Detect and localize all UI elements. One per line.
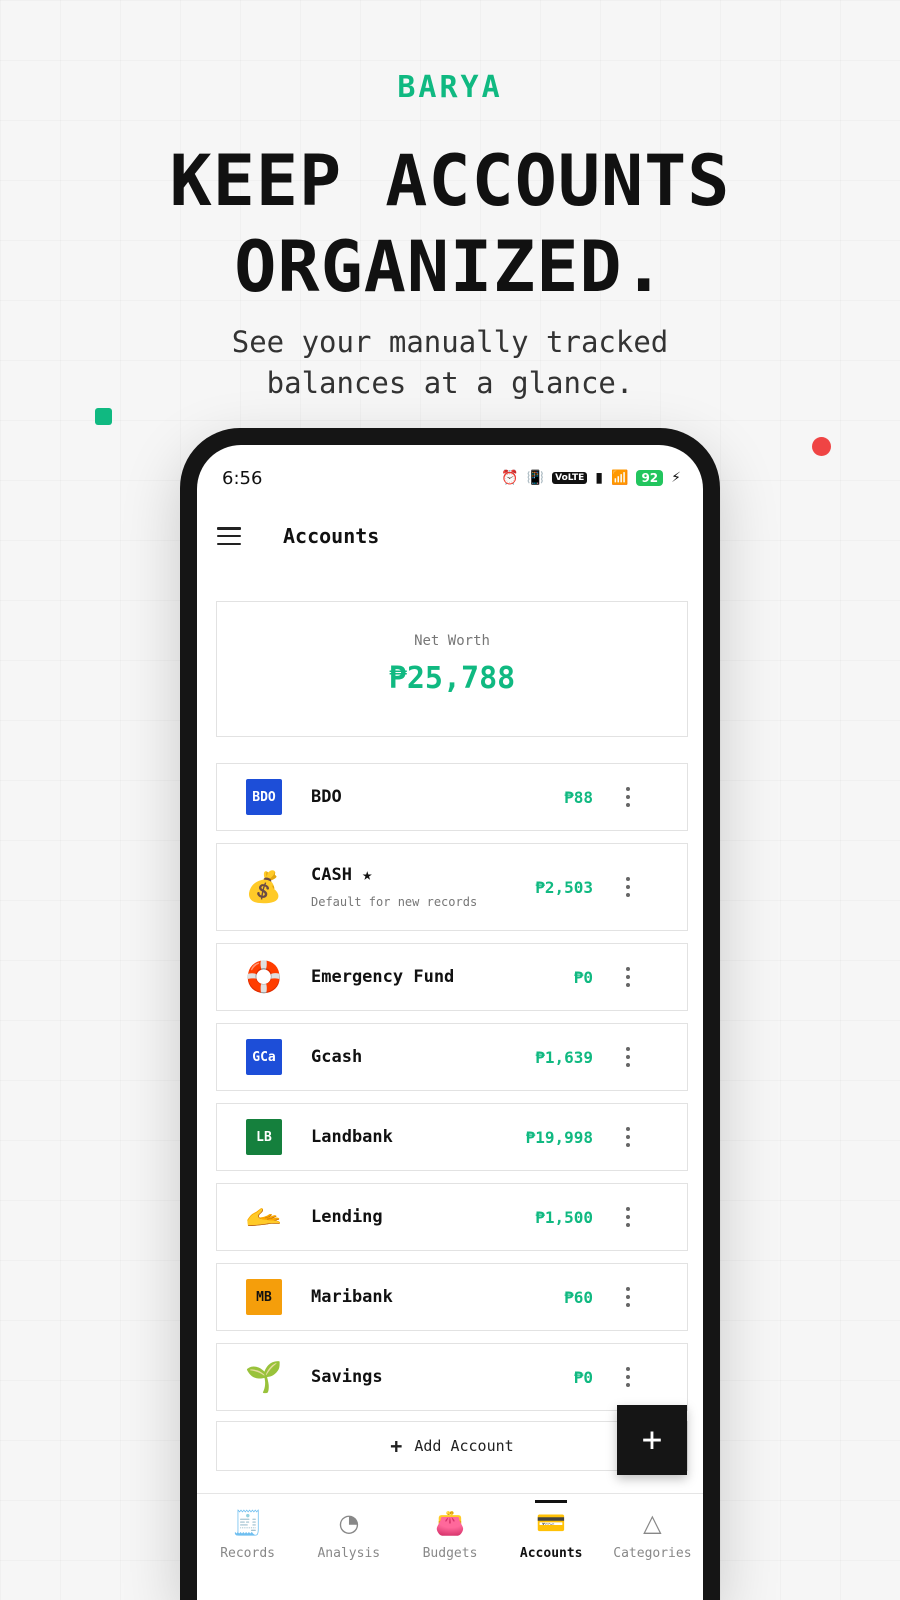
nav-label: Budgets [422, 1546, 478, 1561]
account-text: CASH ★ Default for new records [311, 865, 477, 909]
account-balance: ₱60 [564, 1287, 593, 1307]
more-options-icon[interactable] [624, 1287, 632, 1307]
account-row[interactable]: BDO BDO ₱88 [216, 763, 688, 831]
app-bar: Accounts [197, 505, 703, 567]
bottom-navigation: 🧾 Records ◔ Analysis 👛 Budgets 💳 Accounts △ Categ… [197, 1493, 703, 1600]
signal-icon: ▮ [595, 470, 604, 486]
nav-item-analysis[interactable]: ◔ Analysis [298, 1494, 399, 1600]
open-hand-icon: 🫴 [245, 1199, 283, 1235]
floating-add-button[interactable]: + [617, 1405, 687, 1475]
account-name: Savings [311, 1367, 383, 1387]
nav-label: Categories [613, 1546, 692, 1561]
nav-label: Records [220, 1546, 275, 1561]
status-time: 6:56 [222, 467, 263, 489]
pie-chart-icon: ◔ [338, 1509, 360, 1537]
net-worth-label: Net Worth [414, 633, 490, 649]
account-row[interactable]: 🛟 Emergency Fund ₱0 [216, 943, 688, 1011]
net-worth-card: Net Worth ₱25,788 [216, 601, 688, 737]
life-ring-icon: 🛟 [245, 959, 283, 995]
more-options-icon[interactable] [624, 1207, 632, 1227]
more-options-icon[interactable] [624, 787, 632, 807]
status-icons: ⏰ 📳 VoLTE ▮ 📶 92 ⚡ [501, 470, 681, 486]
headline-line-2: ORGANIZED. [234, 226, 666, 308]
account-subtitle: Default for new records [311, 895, 478, 909]
add-account-label: Add Account [414, 1437, 514, 1455]
account-balance: ₱1,639 [535, 1047, 593, 1067]
account-text: Gcash [311, 1047, 362, 1067]
subhead-line-1: See your manually tracked [231, 325, 669, 359]
vibrate-icon: 📳 [526, 470, 545, 486]
shapes-icon: △ [643, 1509, 662, 1537]
account-row[interactable]: 💰 CASH ★ Default for new records ₱2,503 [216, 843, 688, 931]
brand-name: BARYA [397, 70, 503, 105]
hamburger-menu-icon[interactable] [217, 527, 241, 545]
nav-item-records[interactable]: 🧾 Records [197, 1494, 298, 1600]
account-balance: ₱0 [573, 1367, 593, 1387]
decorative-red-dot [812, 437, 831, 456]
card-wallet-icon: 💳 [536, 1509, 567, 1537]
account-text: Lending [311, 1207, 383, 1227]
more-options-icon[interactable] [624, 967, 632, 987]
account-text: BDO [311, 787, 342, 807]
account-row[interactable]: 🫴 Lending ₱1,500 [216, 1183, 688, 1251]
account-name: BDO [311, 787, 342, 807]
decorative-green-square [95, 408, 112, 425]
more-options-icon[interactable] [624, 1127, 632, 1147]
alarm-icon: ⏰ [501, 470, 519, 486]
money-bag-icon: 💰 [245, 869, 283, 905]
account-name: Landbank [311, 1127, 393, 1147]
promo-headline: KEEP ACCOUNTS ORGANIZED. [0, 138, 900, 310]
subhead-line-2: balances at a glance. [266, 366, 634, 400]
net-worth-value: ₱25,788 [388, 661, 516, 696]
account-balance: ₱2,503 [535, 877, 593, 897]
phone-screen: 6:56 ⏰ 📳 VoLTE ▮ 📶 92 ⚡ Accounts Net Wor… [197, 445, 703, 1600]
account-row[interactable]: MB Maribank ₱60 [216, 1263, 688, 1331]
account-text: Maribank [311, 1287, 393, 1307]
account-text: Emergency Fund [311, 967, 454, 987]
wallet-logo-icon: GCa [246, 1039, 282, 1075]
wifi-icon: 📶 [611, 470, 629, 486]
more-options-icon[interactable] [624, 877, 632, 897]
account-name: Gcash [311, 1047, 363, 1067]
account-row[interactable]: LB Landbank ₱19,998 [216, 1103, 688, 1171]
account-balance: ₱88 [564, 787, 593, 807]
bank-logo-icon: BDO [246, 779, 282, 815]
account-row[interactable]: GCa Gcash ₱1,639 [216, 1023, 688, 1091]
account-name: CASH ★ [311, 865, 373, 885]
promo-subhead: See your manually tracked balances at a … [0, 322, 900, 404]
battery-indicator: 92 [636, 470, 664, 486]
account-name: Emergency Fund [311, 967, 455, 987]
seedling-icon: 🌱 [245, 1359, 283, 1395]
headline-line-1: KEEP ACCOUNTS [169, 140, 731, 222]
nav-item-budgets[interactable]: 👛 Budgets [399, 1494, 500, 1600]
nav-item-accounts[interactable]: 💳 Accounts [501, 1494, 602, 1600]
account-text: Savings [311, 1367, 383, 1387]
account-balance: ₱0 [573, 967, 593, 987]
account-row[interactable]: 🌱 Savings ₱0 [216, 1343, 688, 1411]
more-options-icon[interactable] [624, 1047, 632, 1067]
page-title: Accounts [283, 524, 380, 548]
receipt-icon: 🧾 [232, 1509, 263, 1537]
nav-item-categories[interactable]: △ Categories [602, 1494, 703, 1600]
phone-frame: 6:56 ⏰ 📳 VoLTE ▮ 📶 92 ⚡ Accounts Net Wor… [180, 428, 720, 1600]
charging-icon: ⚡ [671, 470, 681, 486]
nav-label: Analysis [317, 1546, 381, 1561]
bank-logo-icon: MB [246, 1279, 282, 1315]
nav-label: Accounts [519, 1546, 583, 1561]
more-options-icon[interactable] [624, 1367, 632, 1387]
wallet-icon: 👛 [435, 1509, 465, 1537]
plus-icon: + [390, 1434, 403, 1458]
account-name: Lending [311, 1207, 383, 1227]
account-text: Landbank [311, 1127, 393, 1147]
bank-logo-icon: LB [246, 1119, 282, 1155]
account-balance: ₱1,500 [535, 1207, 593, 1227]
status-bar: 6:56 ⏰ 📳 VoLTE ▮ 📶 92 ⚡ [197, 445, 703, 505]
volte-badge: VoLTE [552, 472, 588, 484]
account-name: Maribank [311, 1287, 393, 1307]
plus-icon: + [641, 1420, 663, 1460]
account-balance: ₱19,998 [525, 1127, 593, 1147]
